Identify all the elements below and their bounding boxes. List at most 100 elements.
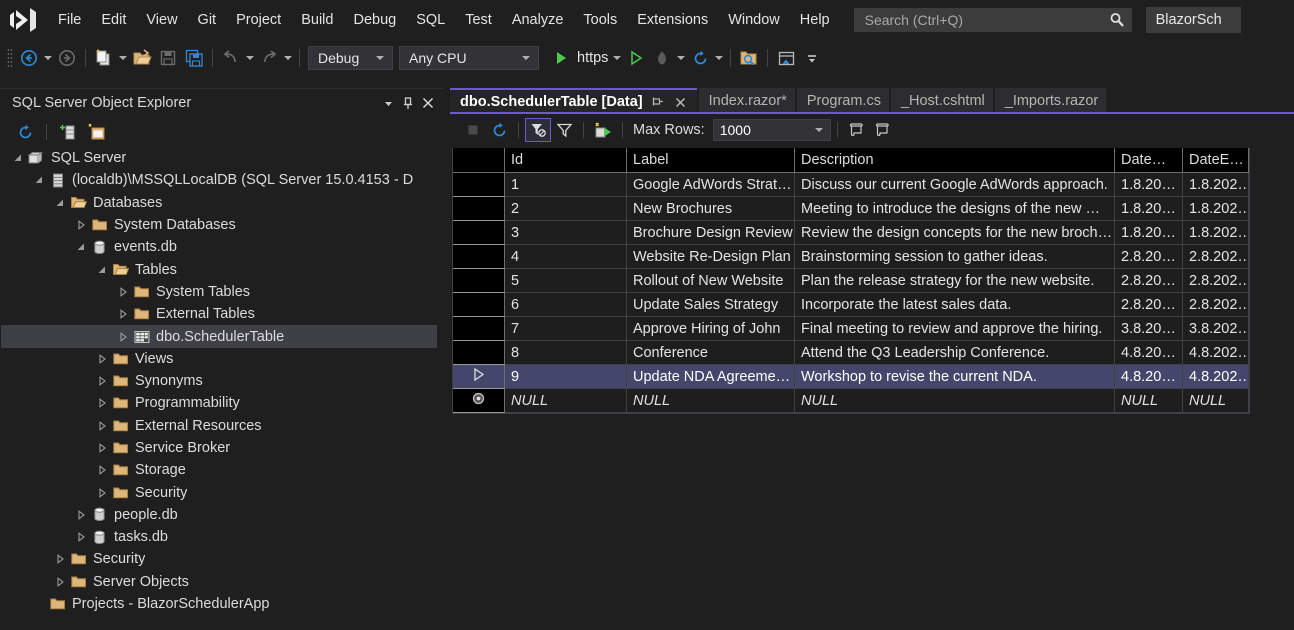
menu-item-debug[interactable]: Debug xyxy=(343,8,406,32)
chevron-down-icon[interactable] xyxy=(72,239,89,255)
table-cell[interactable]: Incorporate the latest sales data. xyxy=(795,293,1115,317)
column-header[interactable]: Description xyxy=(795,148,1115,173)
row-header-cell[interactable] xyxy=(453,317,505,341)
script-as-update-button[interactable] xyxy=(870,118,896,142)
table-cell[interactable]: Approve Hiring of John xyxy=(627,317,795,341)
table-cell[interactable]: 5 xyxy=(505,269,627,293)
chevron-down-icon[interactable] xyxy=(30,172,47,188)
redo-dropdown[interactable] xyxy=(282,56,294,60)
table-cell[interactable]: 1.8.202… xyxy=(1183,197,1249,221)
pin-icon[interactable] xyxy=(650,94,666,110)
chevron-right-icon[interactable] xyxy=(114,329,131,345)
table-cell[interactable]: 3.8.20… xyxy=(1115,317,1183,341)
table-cell[interactable]: 3.8.202… xyxy=(1183,317,1249,341)
tree-node[interactable]: Tables xyxy=(1,258,443,280)
table-cell[interactable]: Conference xyxy=(627,341,795,365)
menu-item-git[interactable]: Git xyxy=(188,8,227,32)
tree-node[interactable]: Projects - BlazorSchedulerApp xyxy=(1,593,443,615)
chevron-down-icon[interactable] xyxy=(378,93,398,113)
chevron-right-icon[interactable] xyxy=(51,574,68,590)
table-cell[interactable]: 2.8.20… xyxy=(1115,293,1183,317)
chevron-right-icon[interactable] xyxy=(93,373,110,389)
tree-node[interactable]: SQL Server xyxy=(1,147,443,169)
undo-dropdown[interactable] xyxy=(244,56,256,60)
document-tab[interactable]: _Host.cshtml xyxy=(890,88,993,114)
chevron-right-icon[interactable] xyxy=(93,440,110,456)
script-as-create-button[interactable] xyxy=(844,118,870,142)
column-header[interactable]: Id xyxy=(505,148,627,173)
chevron-right-icon[interactable] xyxy=(93,462,110,478)
menu-item-window[interactable]: Window xyxy=(718,8,790,32)
menu-item-extensions[interactable]: Extensions xyxy=(627,8,718,32)
menu-item-help[interactable]: Help xyxy=(790,8,840,32)
close-icon[interactable] xyxy=(418,93,438,113)
table-cell[interactable]: NULL xyxy=(795,389,1115,413)
chevron-right-icon[interactable] xyxy=(114,284,131,300)
grid-corner-cell[interactable] xyxy=(453,148,505,173)
row-header-cell[interactable] xyxy=(453,365,505,389)
solution-configuration-combo[interactable]: Debug xyxy=(308,46,393,70)
max-rows-value[interactable]: 1000 xyxy=(720,122,811,138)
start-without-debugging-button[interactable] xyxy=(623,45,649,71)
restart-button[interactable] xyxy=(687,45,713,71)
chevron-right-icon[interactable] xyxy=(72,507,89,523)
table-row[interactable]: 2 New Brochures Meeting to introduce the d… xyxy=(453,197,1249,221)
chevron-right-icon[interactable] xyxy=(93,351,110,367)
table-cell[interactable]: Final meeting to review and approve the … xyxy=(795,317,1115,341)
tree-node[interactable]: people.db xyxy=(1,504,443,526)
table-cell[interactable]: Meeting to introduce the designs of the … xyxy=(795,197,1115,221)
chevron-right-icon[interactable] xyxy=(93,485,110,501)
tree-node[interactable]: Databases xyxy=(1,192,443,214)
table-cell[interactable]: 1.8.20… xyxy=(1115,221,1183,245)
row-header-cell[interactable] xyxy=(453,221,505,245)
menu-item-tools[interactable]: Tools xyxy=(573,8,627,32)
object-explorer-tree[interactable]: SQL Server (localdb)\MSSQLLocalDB (SQL Se… xyxy=(1,147,443,630)
menu-item-file[interactable]: File xyxy=(48,8,91,32)
column-header[interactable]: Label xyxy=(627,148,795,173)
tree-node[interactable]: Security xyxy=(1,481,443,503)
start-debugging-button[interactable] xyxy=(548,45,574,71)
table-cell[interactable]: Review the design concepts for the new b… xyxy=(795,221,1115,245)
tree-node[interactable]: System Databases xyxy=(1,214,443,236)
table-row[interactable]: 5 Rollout of New Website Plan the release … xyxy=(453,269,1249,293)
chevron-right-icon[interactable] xyxy=(93,395,110,411)
chevron-right-icon[interactable] xyxy=(114,306,131,322)
toolbar-overflow-button[interactable] xyxy=(799,45,825,71)
table-row[interactable]: 6 Update Sales Strategy Incorporate the la… xyxy=(453,293,1249,317)
chevron-right-icon[interactable] xyxy=(93,418,110,434)
table-cell[interactable]: 2.8.20… xyxy=(1115,245,1183,269)
document-tab[interactable]: Program.cs xyxy=(796,88,889,114)
run-target-dropdown[interactable] xyxy=(611,56,623,60)
new-query-button[interactable] xyxy=(83,120,109,144)
table-cell[interactable]: 2.8.202… xyxy=(1183,293,1249,317)
table-cell[interactable]: Brochure Design Review xyxy=(627,221,795,245)
table-cell[interactable]: 4.8.202… xyxy=(1183,365,1249,389)
tree-node[interactable]: Views xyxy=(1,348,443,370)
filter-settings-button[interactable] xyxy=(525,118,551,142)
menu-item-edit[interactable]: Edit xyxy=(91,8,136,32)
toolbar-grip[interactable] xyxy=(4,47,16,69)
table-cell[interactable]: 1 xyxy=(505,173,627,197)
menu-item-sql[interactable]: SQL xyxy=(406,8,455,32)
table-cell[interactable]: 1.8.202… xyxy=(1183,221,1249,245)
table-cell[interactable]: 6 xyxy=(505,293,627,317)
table-cell[interactable]: 2 xyxy=(505,197,627,221)
tree-node[interactable]: events.db xyxy=(1,236,443,258)
tree-node[interactable]: Programmability xyxy=(1,392,443,414)
document-tab[interactable]: _Imports.razor xyxy=(994,88,1107,114)
chevron-down-icon[interactable] xyxy=(51,195,68,211)
sort-filter-button[interactable] xyxy=(551,118,577,142)
tree-node[interactable]: Synonyms xyxy=(1,370,443,392)
table-cell[interactable]: Google AdWords Strat… xyxy=(627,173,795,197)
table-row[interactable]: NULL NULL NULL NULL NULL xyxy=(453,389,1249,413)
add-sql-server-button[interactable] xyxy=(55,120,81,144)
window-layout-button[interactable] xyxy=(773,45,799,71)
row-header-cell[interactable] xyxy=(453,269,505,293)
tree-node[interactable]: (localdb)\MSSQLLocalDB (SQL Server 15.0.… xyxy=(1,169,443,191)
restart-dropdown[interactable] xyxy=(713,56,725,60)
table-cell[interactable]: 2.8.202… xyxy=(1183,245,1249,269)
tree-node[interactable]: Service Broker xyxy=(1,437,443,459)
table-cell[interactable]: 4 xyxy=(505,245,627,269)
chevron-down-icon[interactable] xyxy=(9,150,26,166)
explorer-scrollbar[interactable] xyxy=(437,147,444,630)
